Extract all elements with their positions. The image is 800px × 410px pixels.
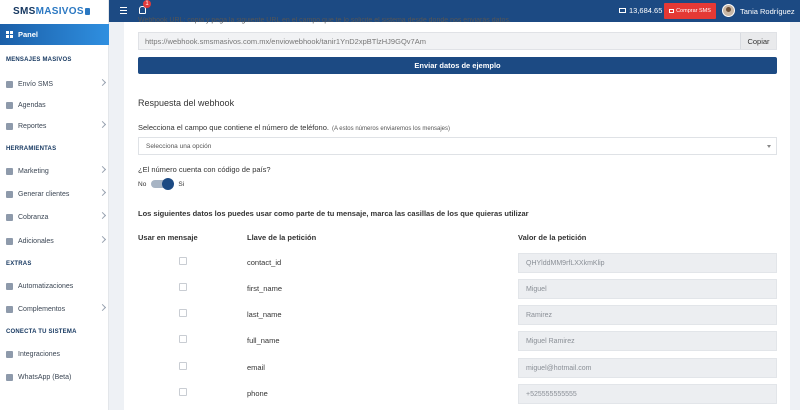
column-header-use: Usar en mensaje: [138, 233, 198, 242]
chart-icon: [6, 237, 13, 245]
webhook-url-text: https://webhook.smsmasivos.com.mx/enviow…: [145, 36, 426, 46]
funnel-icon: [6, 190, 13, 198]
phone-field-select[interactable]: Selecciona una opción: [138, 137, 777, 155]
sidebar-item-cobranza[interactable]: Cobranza: [0, 210, 109, 224]
bar-chart-icon: [6, 122, 13, 130]
chevron-right-icon: [98, 165, 107, 174]
request-key: contact_id: [247, 258, 282, 267]
sidebar-item-marketing[interactable]: Marketing: [0, 164, 109, 178]
request-value: miguel@hotmail.com: [518, 358, 777, 378]
toggle-knob: [162, 178, 175, 190]
request-key: full_name: [247, 336, 280, 345]
phone-icon: [84, 7, 90, 15]
buy-sms-button[interactable]: Comprar SMS: [664, 3, 716, 19]
country-code-toggle-row: No Si: [138, 178, 185, 190]
section-title-mensajes: MENSAJES MASIVOS: [6, 57, 72, 63]
chevron-right-icon: [98, 120, 107, 129]
request-key: email: [247, 363, 265, 372]
whatsapp-icon: [6, 373, 13, 381]
section-title-conecta: CONECTA TU SISTEMA: [6, 329, 77, 335]
country-code-question: ¿El número cuenta con código de país?: [138, 165, 271, 174]
use-checkbox[interactable]: [179, 388, 187, 396]
sidebar-item-whatsapp[interactable]: WhatsApp (Beta): [0, 370, 109, 384]
menu-icon[interactable]: [120, 7, 127, 16]
country-code-toggle[interactable]: [151, 178, 175, 190]
table-row: email miguel@hotmail.com: [124, 358, 790, 384]
sidebar: SMS MASIVOS Panel MENSAJES MASIVOS Envío …: [0, 0, 109, 410]
request-value: +525555555555: [518, 384, 777, 404]
chevron-right-icon: [98, 303, 107, 312]
column-header-value: Valor de la petición: [518, 233, 587, 242]
sidebar-item-envio-sms[interactable]: Envío SMS: [0, 77, 109, 91]
robot-icon: [6, 282, 13, 290]
sidebar-item-agendas[interactable]: Agendas: [0, 98, 109, 112]
chevron-right-icon: [98, 235, 107, 244]
envelope-icon: [619, 8, 626, 13]
chat-icon: [6, 80, 13, 88]
toggle-label-yes: Si: [178, 180, 185, 188]
brand-logo[interactable]: SMS MASIVOS: [0, 0, 108, 22]
webhook-url-instructions: Webhook URL: copia y pega la siguiente U…: [138, 17, 511, 24]
column-header-key: Llave de la petición: [247, 233, 317, 242]
copy-button[interactable]: Copiar: [740, 33, 776, 49]
chart-icon: [6, 167, 13, 175]
user-name[interactable]: Tania Rodríguez: [740, 7, 795, 16]
caret-down-icon: [767, 145, 771, 148]
cart-icon: [669, 9, 675, 13]
request-key: last_name: [247, 310, 282, 319]
request-value: Miguel Ramirez: [518, 331, 777, 351]
request-key: phone: [247, 389, 268, 398]
use-checkbox[interactable]: [179, 309, 187, 317]
webhook-card: Webhook URL: copia y pega la siguiente U…: [124, 17, 790, 410]
toggle-label-no: No: [138, 180, 147, 188]
chevron-right-icon: [98, 211, 107, 220]
wrench-icon: [6, 305, 13, 313]
phone-field-hint: (A estos números enviaremos los mensajes…: [331, 126, 451, 132]
dashboard-icon: [6, 31, 13, 38]
request-key: first_name: [247, 284, 283, 293]
section-title-herramientas: HERRAMIENTAS: [6, 146, 57, 152]
send-sample-data-button[interactable]: Enviar datos de ejemplo: [138, 57, 777, 74]
response-title: Respuesta del webhook: [138, 98, 235, 108]
request-value: Ramirez: [518, 305, 777, 325]
webhook-url-field[interactable]: https://webhook.smsmasivos.com.mx/enviow…: [138, 32, 777, 50]
use-checkbox[interactable]: [179, 283, 187, 291]
sidebar-item-complementos[interactable]: Complementos: [0, 302, 109, 316]
use-checkbox[interactable]: [179, 335, 187, 343]
section-title-extras: EXTRAS: [6, 261, 32, 267]
phone-field-label: Selecciona el campo que contiene el núme…: [138, 123, 451, 132]
sidebar-item-automatizaciones[interactable]: Automatizaciones: [0, 279, 109, 293]
table-row: last_name Ramirez: [124, 305, 790, 331]
data-fields-title: Los siguientes datos los puedes usar com…: [138, 209, 529, 218]
request-value: QHYlddMM9rfLXXkmKlip: [518, 253, 777, 273]
gear-icon: [6, 350, 13, 358]
sms-balance: 13,684.65: [619, 6, 662, 15]
chevron-right-icon: [98, 188, 107, 197]
sidebar-item-reportes[interactable]: Reportes: [0, 119, 109, 133]
table-row: full_name Miguel Ramirez: [124, 331, 790, 357]
address-book-icon: [6, 101, 13, 109]
money-icon: [6, 213, 13, 221]
table-row: contact_id QHYlddMM9rfLXXkmKlip: [124, 253, 790, 279]
sidebar-item-generar-clientes[interactable]: Generar clientes: [0, 187, 109, 201]
avatar[interactable]: [722, 4, 735, 17]
use-checkbox[interactable]: [179, 362, 187, 370]
table-row: phone +525555555555: [124, 384, 790, 410]
request-value: Miguel: [518, 279, 777, 299]
sidebar-item-panel[interactable]: Panel: [0, 24, 109, 45]
use-checkbox[interactable]: [179, 257, 187, 265]
table-row: first_name Miguel: [124, 279, 790, 305]
chevron-right-icon: [98, 78, 107, 87]
sidebar-item-adicionales[interactable]: Adicionales: [0, 234, 109, 248]
notification-badge: 1: [143, 0, 151, 8]
sidebar-item-integraciones[interactable]: Integraciones: [0, 347, 109, 361]
